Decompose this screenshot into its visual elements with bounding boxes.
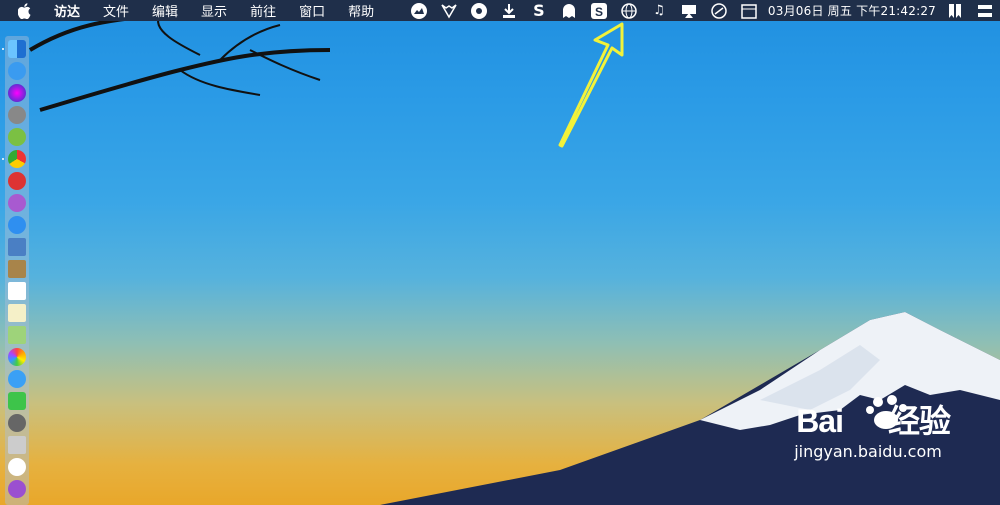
system-preferences-icon[interactable]: [8, 414, 26, 432]
apple-icon[interactable]: [18, 2, 34, 20]
paw-icon: [866, 395, 908, 429]
sogou-input-icon[interactable]: S: [590, 2, 608, 20]
calendar-app-icon[interactable]: [8, 282, 26, 300]
watermark-url: jingyan.baidu.com: [794, 442, 942, 461]
svg-text:S: S: [595, 5, 603, 19]
stickies-icon[interactable]: [8, 304, 26, 322]
itunes-icon[interactable]: [8, 458, 26, 476]
wps-icon[interactable]: [8, 172, 26, 190]
ghost-icon[interactable]: [560, 2, 578, 20]
menu-file[interactable]: 文件: [103, 1, 129, 20]
messages-icon[interactable]: [8, 370, 26, 388]
menu-finder[interactable]: 访达: [54, 1, 80, 20]
finder-icon[interactable]: [8, 40, 26, 58]
fox-icon[interactable]: [440, 2, 458, 20]
android-file-transfer-icon[interactable]: [8, 128, 26, 146]
baidu-watermark: Bai 经验 jingyan.baidu.com: [794, 395, 951, 461]
screen-recorder-icon[interactable]: [8, 194, 26, 212]
preview-icon[interactable]: [8, 238, 26, 256]
siri-icon[interactable]: [8, 84, 26, 102]
maps-icon[interactable]: [8, 326, 26, 344]
menu-help[interactable]: 帮助: [348, 1, 374, 20]
disk-utility-icon[interactable]: [8, 436, 26, 454]
status-area: S S ♫ 03月06日 周五 下午21:42:27: [404, 0, 1000, 21]
menu-view[interactable]: 显示: [201, 1, 227, 20]
photos-icon[interactable]: [8, 348, 26, 366]
globe-icon[interactable]: [620, 2, 638, 20]
running-indicator: [2, 158, 4, 160]
bookmark-icon[interactable]: [946, 2, 964, 20]
menu-edit[interactable]: 编辑: [152, 1, 178, 20]
download-icon[interactable]: [500, 2, 518, 20]
clock-icon[interactable]: [710, 2, 728, 20]
safari-icon[interactable]: [8, 216, 26, 234]
launchpad-icon[interactable]: [8, 106, 26, 124]
menu-go[interactable]: 前往: [250, 1, 276, 20]
switch-icon[interactable]: [976, 2, 994, 20]
clock-text[interactable]: 03月06日 周五 下午21:42:27: [768, 2, 936, 19]
facetime-icon[interactable]: [8, 392, 26, 410]
eye-icon[interactable]: [470, 2, 488, 20]
chrome-icon[interactable]: [8, 150, 26, 168]
podcasts-icon[interactable]: [8, 480, 26, 498]
menu-window[interactable]: 窗口: [299, 1, 325, 20]
dock: [2, 36, 29, 505]
music-note-icon[interactable]: ♫: [650, 2, 668, 20]
display-icon[interactable]: [680, 2, 698, 20]
watermark-brand: Bai: [796, 403, 844, 439]
running-indicator: [2, 48, 4, 50]
s-icon[interactable]: S: [530, 1, 548, 20]
calendar-icon[interactable]: [740, 2, 758, 20]
notes-app-icon[interactable]: [8, 260, 26, 278]
app-store-icon[interactable]: [8, 62, 26, 80]
menu-bar: 访达 文件 编辑 显示 前往 窗口 帮助 S S ♫ 03月06日 周五 下午2…: [0, 0, 1000, 21]
photo-icon[interactable]: [410, 2, 428, 20]
